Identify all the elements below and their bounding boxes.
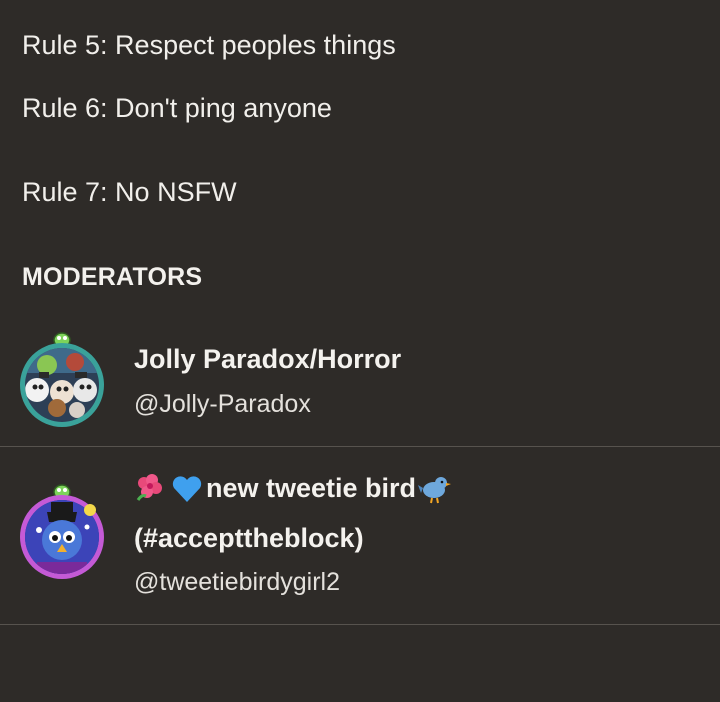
- character-group-avatar[interactable]: [17, 330, 107, 430]
- moderator-name-text: new tweetie bird: [206, 473, 417, 503]
- moderator-display-name-line1: new tweetie bird: [134, 473, 454, 504]
- hibiscus-icon: [134, 473, 168, 504]
- divider: [0, 624, 720, 625]
- moderator-item-jolly-paradox[interactable]: Jolly Paradox/Horror @Jolly-Paradox: [0, 325, 720, 446]
- moderator-handle: @Jolly-Paradox: [134, 390, 311, 418]
- rule-7: Rule 7: No NSFW: [22, 177, 237, 207]
- moderator-handle: @tweetiebirdygirl2: [134, 568, 341, 596]
- moderator-display-name: Jolly Paradox/Horror: [134, 344, 402, 374]
- moderator-item-tweetie-bird[interactable]: new tweetie bird (#accepttheblock) @twee…: [0, 447, 720, 624]
- rule-5: Rule 5: Respect peoples things: [22, 30, 396, 60]
- bird-icon: [418, 474, 452, 504]
- moderators-heading: MODERATORS: [22, 263, 203, 291]
- rule-6: Rule 6: Don't ping anyone: [22, 93, 332, 123]
- blue-character-avatar[interactable]: [17, 482, 107, 582]
- blue-heart-icon: [170, 474, 204, 504]
- moderator-display-name-line2: (#accepttheblock): [134, 523, 364, 553]
